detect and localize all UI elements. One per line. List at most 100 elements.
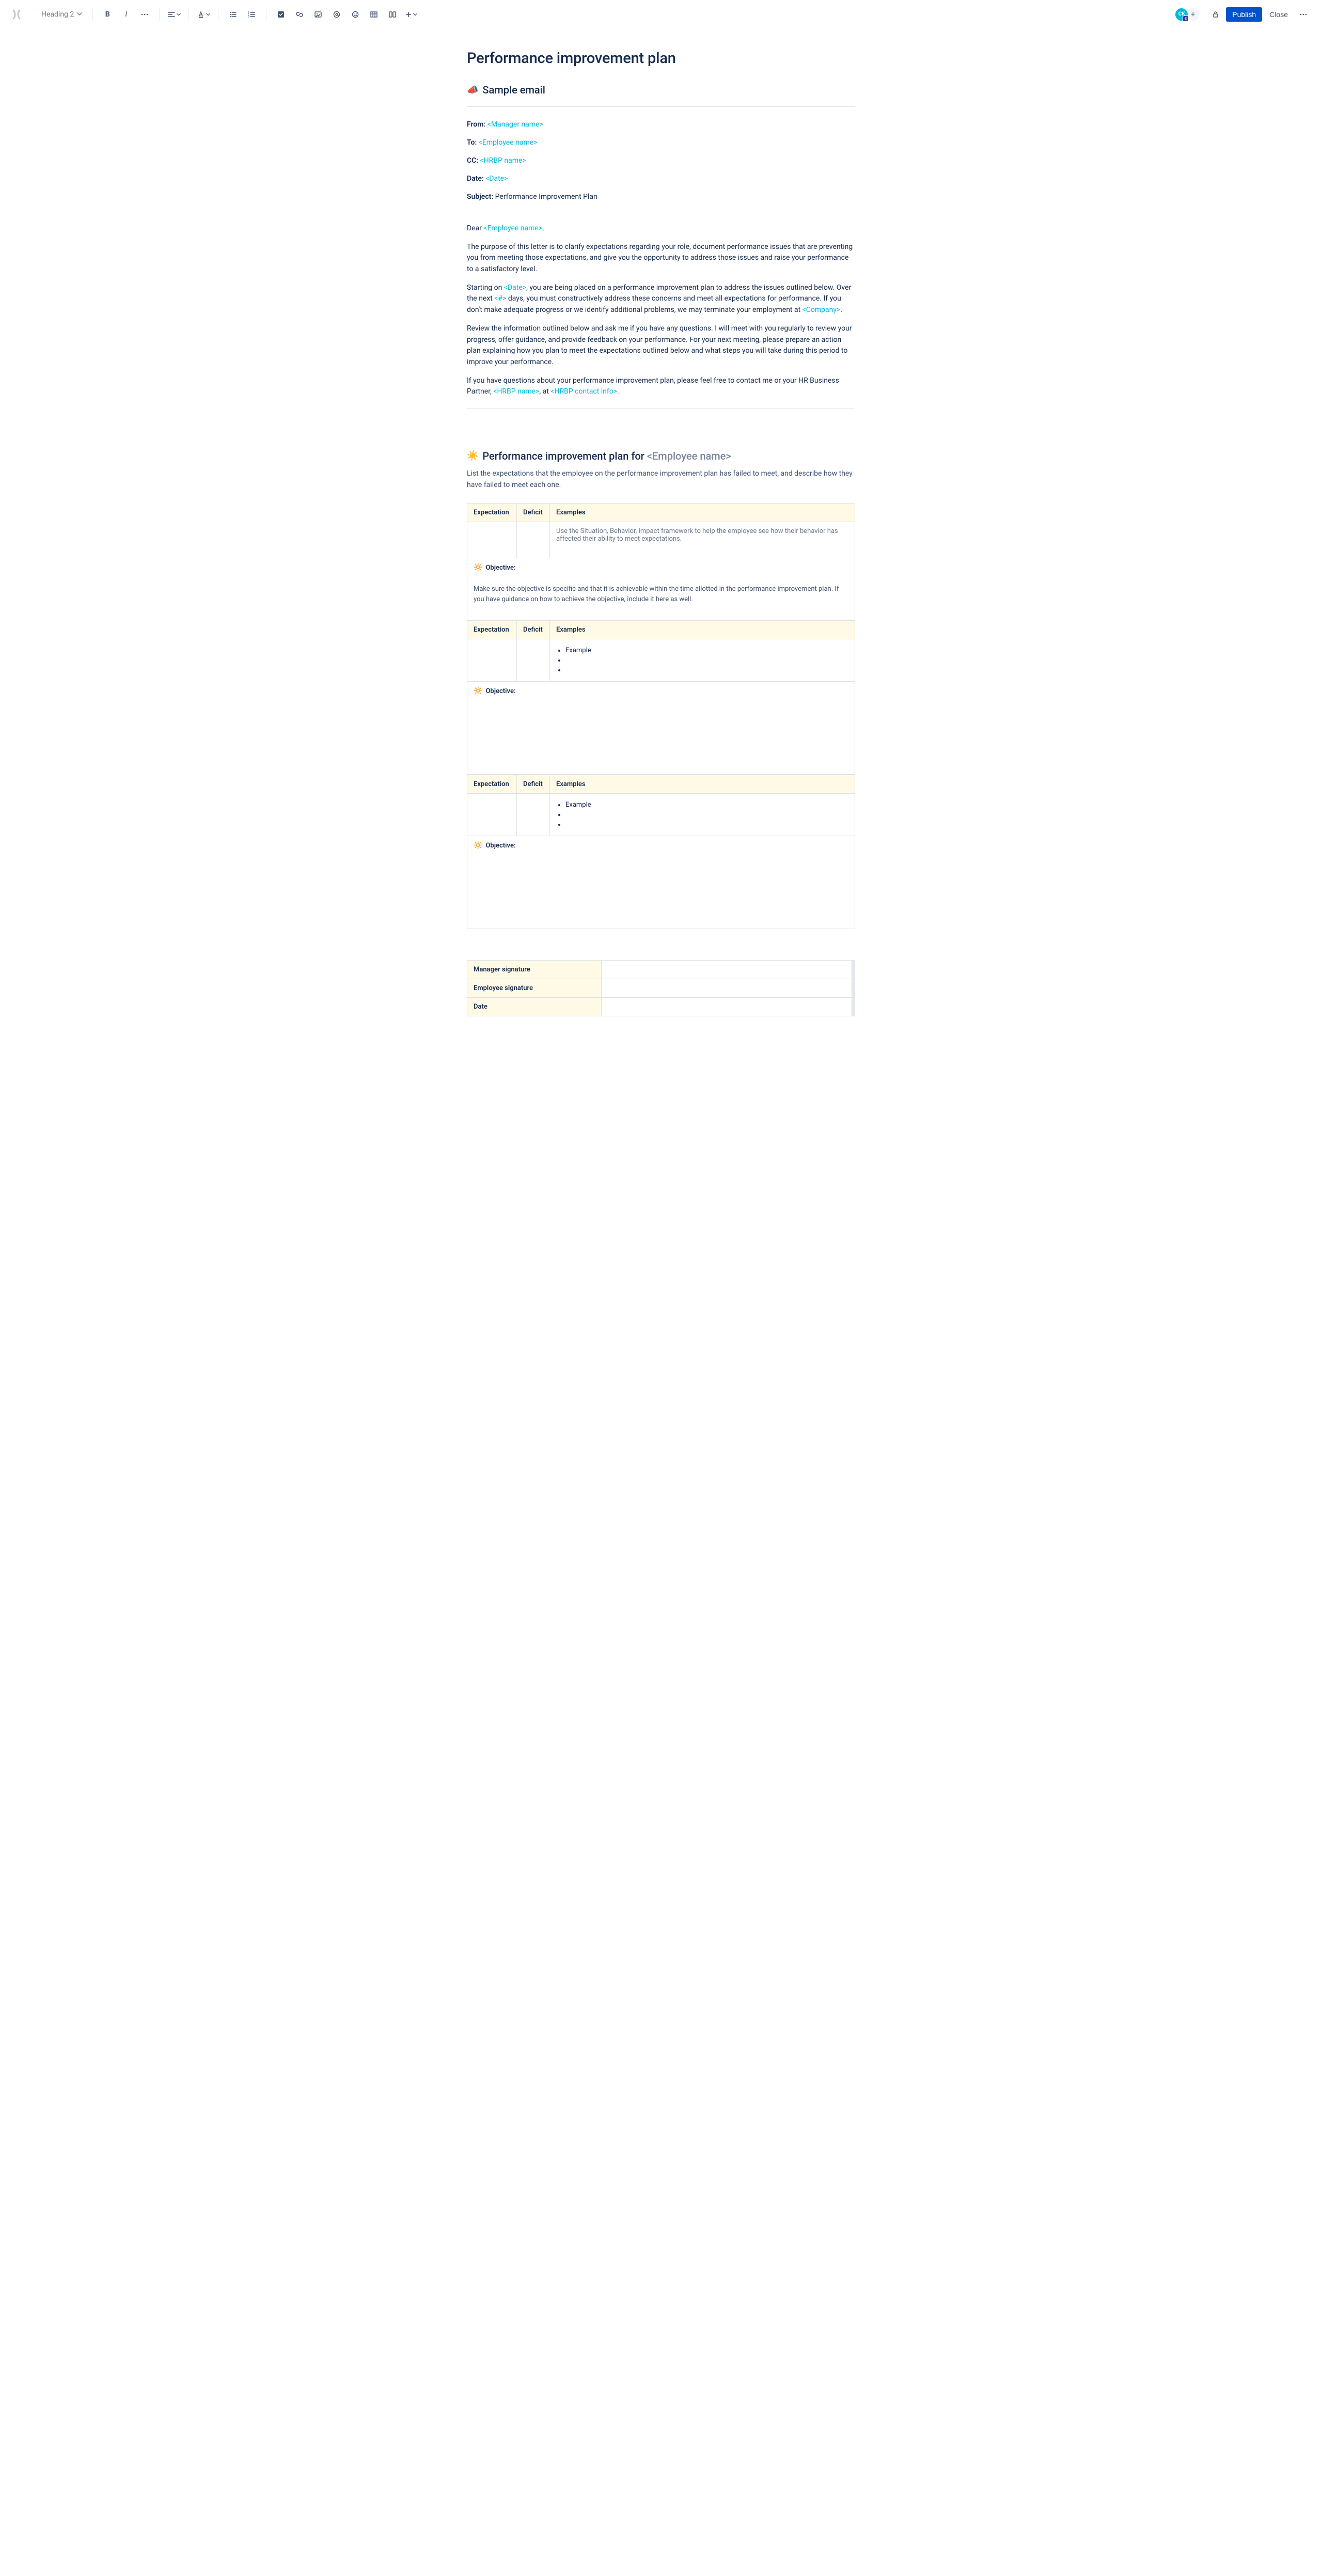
- subject-line[interactable]: Subject: Performance Improvement Plan: [467, 192, 855, 202]
- objective-label: Objective:: [485, 687, 515, 695]
- expectations-table-1[interactable]: Expectation Deficit Examples Use the Sit…: [467, 503, 855, 620]
- text-color-button[interactable]: [195, 6, 212, 23]
- list-item: [565, 666, 848, 674]
- email-paragraph-3[interactable]: Review the information outlined below an…: [467, 323, 855, 368]
- from-line[interactable]: From: <Manager name>: [467, 119, 855, 130]
- table-header-row: Expectation Deficit Examples: [467, 504, 855, 522]
- text-style-label: Heading 2: [41, 10, 74, 19]
- to-line[interactable]: To: <Employee name>: [467, 137, 855, 148]
- salutation-post: ,: [542, 224, 544, 232]
- page-title[interactable]: Performance improvement plan: [467, 50, 855, 67]
- table-row[interactable]: Manager signature: [467, 961, 852, 979]
- bullet-list-button[interactable]: [225, 6, 241, 23]
- table-button[interactable]: [366, 6, 382, 23]
- link-button[interactable]: [291, 6, 308, 23]
- layouts-button[interactable]: [384, 6, 401, 23]
- list-item: Example: [565, 801, 848, 809]
- objective-note: Make sure the objective is specific and …: [474, 584, 848, 604]
- italic-button[interactable]: I: [118, 6, 134, 23]
- table-row[interactable]: Employee signature: [467, 979, 852, 998]
- image-button[interactable]: [310, 6, 326, 23]
- date-cell[interactable]: [602, 998, 852, 1016]
- table-row[interactable]: Use the Situation, Behavior, Impact fram…: [467, 522, 855, 558]
- examples-list: Example: [565, 801, 848, 828]
- manager-signature-cell[interactable]: [602, 961, 852, 979]
- text-style-select[interactable]: Heading 2: [37, 8, 86, 21]
- sample-email-heading[interactable]: 📣 Sample email: [467, 84, 855, 96]
- objective-row[interactable]: 🔆 Objective:: [467, 836, 855, 929]
- app-logo[interactable]: [10, 8, 23, 21]
- toolbar-separator: [159, 8, 160, 21]
- th-examples: Examples: [550, 504, 855, 522]
- date-line[interactable]: Date: <Date>: [467, 174, 855, 184]
- editor-toolbar: Heading 2 B I 123: [0, 0, 1322, 29]
- sample-email-heading-text: Sample email: [482, 84, 545, 96]
- alignment-button[interactable]: [166, 6, 182, 23]
- email-paragraph-4[interactable]: If you have questions about your perform…: [467, 375, 855, 398]
- pip-helper[interactable]: List the expectations that the employee …: [467, 468, 855, 491]
- signatures-table[interactable]: Manager signature Employee signature Dat…: [467, 960, 852, 1016]
- pip-heading-placeholder: <Employee name>: [647, 450, 731, 462]
- list-item: [565, 821, 848, 828]
- more-actions-button[interactable]: [1295, 6, 1312, 23]
- from-label: From:: [467, 120, 485, 129]
- employee-signature-cell[interactable]: [602, 979, 852, 998]
- sun-outline-icon: 🔆: [474, 563, 482, 572]
- divider: [467, 106, 855, 107]
- cc-line[interactable]: CC: <HRBP name>: [467, 155, 855, 166]
- expectations-table-3[interactable]: Expectation Deficit Examples Example: [467, 775, 855, 929]
- th-expectation: Expectation: [467, 621, 517, 639]
- to-label: To:: [467, 138, 477, 147]
- table-header-row: Expectation Deficit Examples: [467, 775, 855, 794]
- expectations-table-2[interactable]: Expectation Deficit Examples Example: [467, 620, 855, 775]
- objective-row[interactable]: 🔆 Objective: Make sure the objective is …: [467, 558, 855, 620]
- bold-button[interactable]: B: [99, 6, 116, 23]
- th-expectation: Expectation: [467, 504, 517, 522]
- list-item: [565, 811, 848, 819]
- th-examples: Examples: [550, 775, 855, 794]
- th-examples: Examples: [550, 621, 855, 639]
- th-deficit: Deficit: [517, 775, 550, 794]
- objective-label: Objective:: [485, 842, 515, 850]
- numbered-list-button[interactable]: 123: [243, 6, 260, 23]
- restrictions-button[interactable]: [1207, 6, 1224, 23]
- table-row[interactable]: Example: [467, 639, 855, 682]
- chevron-down-icon: [77, 10, 82, 19]
- cc-placeholder: <HRBP name>: [480, 156, 526, 165]
- manager-signature-label: Manager signature: [467, 961, 602, 979]
- salutation-placeholder: <Employee name>: [483, 224, 542, 232]
- email-paragraph-1[interactable]: The purpose of this letter is to clarify…: [467, 242, 855, 275]
- th-deficit: Deficit: [517, 504, 550, 522]
- toolbar-separator: [92, 8, 93, 21]
- objective-row[interactable]: 🔆 Objective:: [467, 682, 855, 775]
- table-row[interactable]: Example: [467, 794, 855, 836]
- action-item-button[interactable]: [273, 6, 289, 23]
- salutation[interactable]: Dear <Employee name>,: [467, 223, 855, 234]
- user-avatar[interactable]: CK c: [1175, 8, 1188, 21]
- toolbar-separator: [188, 8, 189, 21]
- employee-signature-label: Employee signature: [467, 979, 602, 998]
- more-formatting-button[interactable]: [136, 6, 153, 23]
- email-paragraph-2[interactable]: Starting on <Date>, you are being placed…: [467, 282, 855, 316]
- subject-value: Performance Improvement Plan: [495, 193, 597, 201]
- emoji-button[interactable]: [347, 6, 364, 23]
- examples-hint: Use the Situation, Behavior, Impact fram…: [550, 522, 855, 558]
- objective-label: Objective:: [485, 564, 515, 572]
- close-button[interactable]: Close: [1264, 7, 1293, 22]
- divider: [467, 408, 855, 409]
- table-header-row: Expectation Deficit Examples: [467, 621, 855, 639]
- sun-icon: ☀️: [467, 450, 478, 461]
- pip-heading-text: Performance improvement plan for: [482, 450, 647, 462]
- table-row[interactable]: Date: [467, 998, 852, 1016]
- pip-heading[interactable]: ☀️ Performance improvement plan for <Emp…: [467, 450, 855, 462]
- sun-outline-icon: 🔆: [474, 841, 482, 850]
- publish-button[interactable]: Publish: [1226, 7, 1262, 22]
- insert-button[interactable]: [403, 6, 419, 23]
- th-expectation: Expectation: [467, 775, 517, 794]
- page-content: Performance improvement plan 📣 Sample em…: [467, 29, 855, 1058]
- to-placeholder: <Employee name>: [479, 138, 538, 147]
- svg-text:3: 3: [248, 15, 249, 19]
- mention-button[interactable]: [328, 6, 345, 23]
- avatar-badge-icon: c: [1183, 15, 1189, 22]
- cc-label: CC:: [467, 156, 478, 165]
